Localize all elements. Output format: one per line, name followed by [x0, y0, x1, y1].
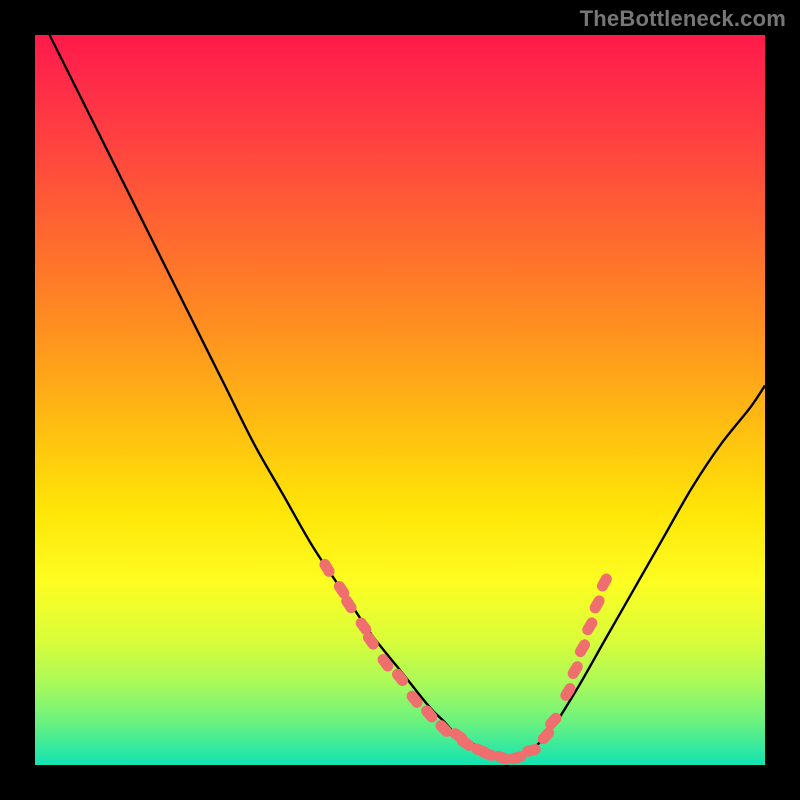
- curve-marker: [405, 689, 424, 709]
- curve-marker: [566, 660, 584, 681]
- curve-marker: [581, 616, 599, 637]
- curve-marker: [390, 667, 409, 687]
- curve-marker: [588, 594, 606, 615]
- curve-marker: [376, 653, 395, 673]
- chart-root: TheBottleneck.com: [0, 0, 800, 800]
- curve-marker: [574, 638, 592, 659]
- bottleneck-curve: [50, 35, 765, 758]
- curve-marker: [420, 704, 439, 724]
- curve-marker: [559, 682, 577, 703]
- curve-marker: [521, 743, 541, 757]
- watermark-text: TheBottleneck.com: [580, 6, 786, 32]
- curve-markers: [318, 558, 613, 766]
- curve-marker: [596, 572, 614, 593]
- chart-curve-layer: [35, 35, 765, 765]
